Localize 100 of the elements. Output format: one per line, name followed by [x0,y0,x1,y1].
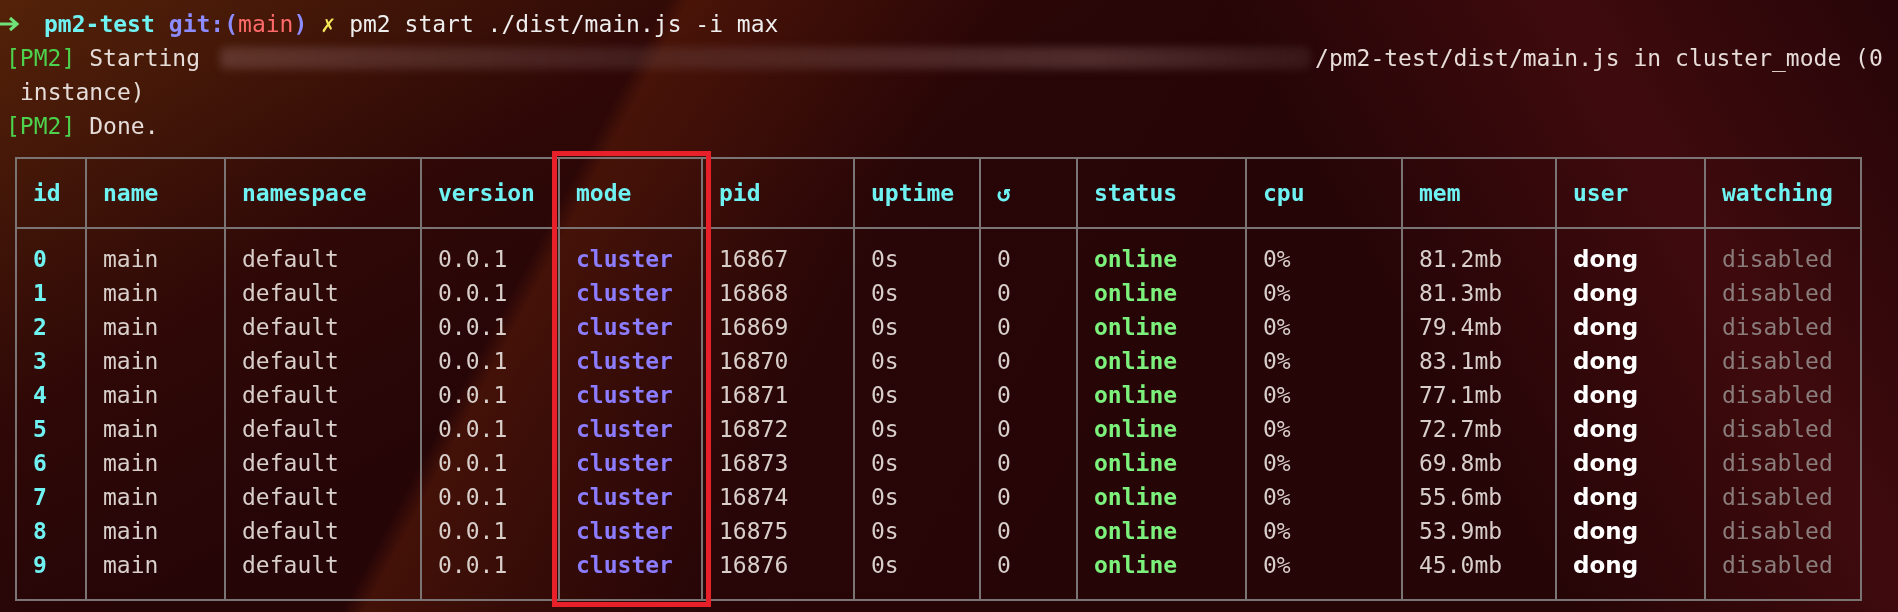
table-cell-text: 0.0.1 [437,483,508,512]
table-cell-text: disabled [1721,347,1833,376]
dirty-mark: ✗ [321,10,336,39]
table-cell-text: 81.3mb [1418,279,1503,308]
column-header: pid [719,180,761,206]
table-cell-text: 16869 [718,313,789,342]
table-cell-text: dong [1572,381,1639,410]
table-cell-text: 0 [996,483,1011,512]
output-text: /pm2-test/dist/main.js in cluster_mode (0 [1315,44,1883,74]
table-cell-text: main [102,483,159,512]
column-header: user [1573,180,1629,206]
column-header: version [438,180,535,206]
table-cell-text: dong [1572,313,1639,342]
table-cell-text: 0% [1262,415,1291,444]
table-cell-text: 0% [1262,313,1291,342]
column-header: mem [1419,180,1461,206]
table-cell-text: default [241,245,339,274]
table-cell-text: 16868 [718,279,789,308]
table-cell-text: 55.6mb [1418,483,1503,512]
table-cell-text: disabled [1721,551,1833,580]
table-cell-text: 0s [870,415,899,444]
table-cell-text: 0% [1262,449,1291,478]
table-cell-text: disabled [1721,313,1833,342]
table-cell-text: 0% [1262,347,1291,376]
table-cell-text: 4 [32,381,47,410]
table-cell-text: online [1093,313,1178,342]
column-header: namespace [242,180,367,206]
prompt-arrow-icon [0,14,22,34]
table-cell-text: dong [1572,347,1639,376]
prompt-directory: pm2-test [44,10,155,39]
table-cell-text: 0 [996,347,1011,376]
column-header: name [103,180,159,206]
table-cell-text: 0% [1262,245,1291,274]
table-cell-text: online [1093,415,1178,444]
table-cell-text: default [241,415,339,444]
table-cell-text: 0s [870,347,899,376]
table-cell-text: 0.0.1 [437,313,508,342]
table-cell-text: online [1093,517,1178,546]
table-cell-text: 72.7mb [1418,415,1503,444]
table-cell-text: default [241,347,339,376]
table-cell-text: disabled [1721,381,1833,410]
table-cell-text: main [102,347,159,376]
table-cell-text: 0s [870,483,899,512]
table-cell-text: 0.0.1 [437,347,508,376]
table-cell-text: dong [1572,245,1639,274]
table-cell-text: 0s [870,245,899,274]
table-cell-text: 45.0mb [1418,551,1503,580]
column-header: ↺ [997,180,1011,206]
table-cell-text: default [241,381,339,410]
table-cell-text: 79.4mb [1418,313,1503,342]
table-cell-text: 2 [32,313,47,342]
git-branch: main [238,10,294,39]
table-cell-text: 0 [996,551,1011,580]
table-cell-text: 0% [1262,279,1291,308]
output-text: instance) [20,78,145,107]
git-suffix: ) [293,10,308,39]
table-cell-text: 3 [32,347,47,376]
table-cell-text: default [241,449,339,478]
table-cell-text: 16874 [718,483,789,512]
table-cell-text: dong [1572,551,1639,580]
table-cell-text: disabled [1721,415,1833,444]
table-cell-text: 0.0.1 [437,381,508,410]
table-cell-text: default [241,313,339,342]
table-cell-text: 0 [32,245,47,274]
table-cell-text: 6 [32,449,47,478]
table-cell-text: 0.0.1 [437,517,508,546]
table-cell-text: 0 [996,415,1011,444]
column-header: watching [1722,180,1833,206]
table-cell-text: 16870 [718,347,789,376]
table-cell-text: dong [1572,517,1639,546]
table-cell-text: dong [1572,415,1639,444]
table-cell-text: 9 [32,551,47,580]
table-cell-text: main [102,551,159,580]
table-cell-text: 69.8mb [1418,449,1503,478]
table-cell-text: online [1093,279,1178,308]
table-cell-text: default [241,551,339,580]
table-cell-text: 16867 [718,245,789,274]
table-cell-text: 0s [870,551,899,580]
table-cell-text: 83.1mb [1418,347,1503,376]
table-cell-text: 0s [870,517,899,546]
table-cell-text: 0 [996,313,1011,342]
table-cell-text: 77.1mb [1418,381,1503,410]
table-cell-text: 0s [870,279,899,308]
table-cell-text: cluster [575,279,673,308]
table-cell-text: 0s [870,313,899,342]
table-cell-text: main [102,245,159,274]
table-cell-text: cluster [575,449,673,478]
table-cell-text: main [102,279,159,308]
command-text: pm2 start ./dist/main.js -i max [349,10,779,39]
table-cell-text: online [1093,347,1178,376]
column-header: uptime [871,180,955,206]
table-cell-text: 0% [1262,483,1291,512]
table-cell-text: 0 [996,245,1011,274]
table-cell-text: disabled [1721,483,1833,512]
table-cell-text: 0.0.1 [437,279,508,308]
pm2-tag: [PM2] [6,41,76,75]
table-cell-text: dong [1572,449,1639,478]
table-cell-text: online [1093,551,1178,580]
table-cell-text: 0% [1262,381,1291,410]
table-cell-text: 16875 [718,517,789,546]
